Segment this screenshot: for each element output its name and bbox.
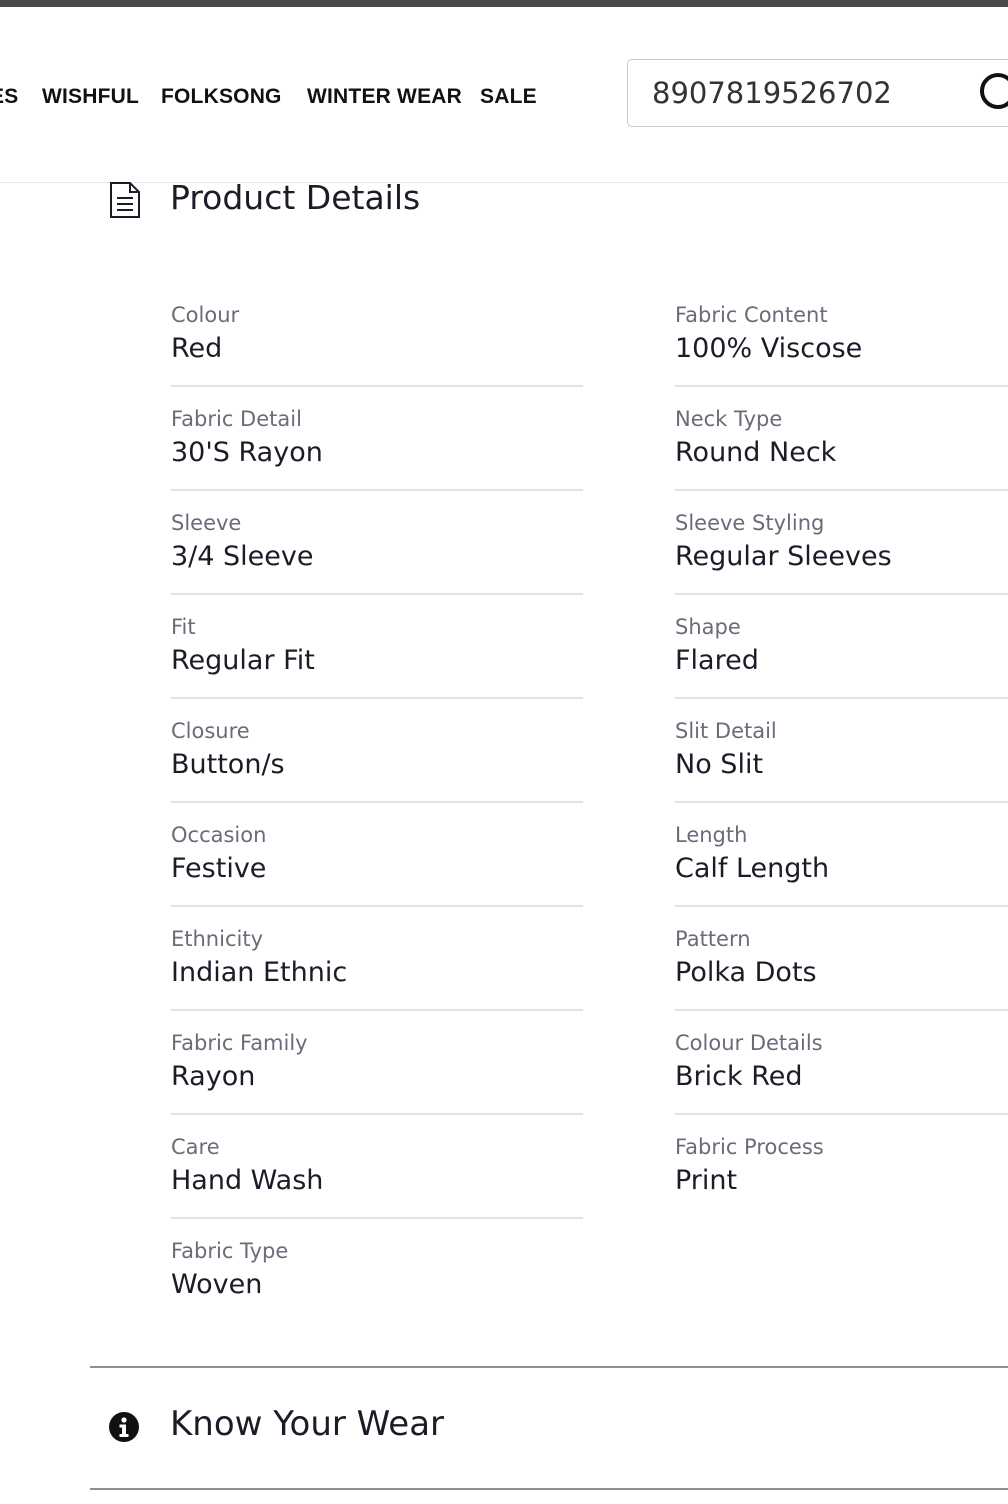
nav-item-folksong[interactable]: FOLKSONG [161,85,282,109]
nav-item-sale[interactable]: SALE [480,85,537,109]
detail-value: No Slit [675,749,764,780]
detail-value: 3/4 Sleeve [171,541,314,572]
detail-item-closure: Closure Button/s [171,718,583,783]
divider [675,489,1008,491]
detail-label: Fit [171,615,196,639]
detail-label: Neck Type [675,407,783,431]
detail-value: Round Neck [675,437,837,468]
detail-label: Sleeve Styling [675,511,825,535]
detail-label: Fabric Family [171,1031,308,1055]
detail-label: Care [171,1135,220,1159]
detail-label: Closure [171,719,250,743]
detail-label: Fabric Type [171,1239,289,1263]
nav-item-winter-wear[interactable]: WINTER WEAR [307,85,462,109]
divider [171,697,583,699]
divider [675,905,1008,907]
detail-label: Shape [675,615,741,639]
section-divider-bottom [90,1488,1008,1490]
detail-value: Brick Red [675,1061,803,1092]
detail-value: Button/s [171,749,285,780]
nav-item-es[interactable]: ES [0,85,18,109]
detail-value: Indian Ethnic [171,957,348,988]
detail-item-neck-type: Neck Type Round Neck [675,406,1008,471]
detail-item-fabric-type: Fabric Type Woven [171,1238,583,1303]
divider [675,801,1008,803]
detail-label: Slit Detail [675,719,777,743]
detail-item-care: Care Hand Wash [171,1134,583,1199]
product-details-title: Product Details [170,178,421,217]
know-your-wear-title: Know Your Wear [170,1404,445,1444]
divider [171,1217,583,1219]
detail-label: Fabric Content [675,303,828,327]
detail-label: Occasion [171,823,267,847]
divider [675,1009,1008,1011]
divider [171,593,583,595]
divider [171,905,583,907]
detail-label: Length [675,823,748,847]
detail-label: Colour [171,303,240,327]
detail-item-fabric-content: Fabric Content 100% Viscose [675,302,1008,367]
detail-item-ethnicity: Ethnicity Indian Ethnic [171,926,583,991]
detail-item-occasion: Occasion Festive [171,822,583,887]
info-icon [109,1412,139,1442]
detail-value: Rayon [171,1061,256,1092]
detail-label: Fabric Process [675,1135,824,1159]
product-details-header[interactable]: Product Details [108,178,420,222]
detail-value: Hand Wash [171,1165,324,1196]
detail-value: Regular Fit [171,645,315,676]
detail-label: Fabric Detail [171,407,302,431]
divider [675,593,1008,595]
document-icon [110,182,140,218]
search-icon[interactable] [980,73,1008,109]
divider [675,697,1008,699]
detail-item-fit: Fit Regular Fit [171,614,583,679]
divider [171,1113,583,1115]
detail-label: Colour Details [675,1031,823,1055]
detail-item-sleeve-styling: Sleeve Styling Regular Sleeves [675,510,1008,575]
detail-value: Woven [171,1269,263,1300]
divider [675,385,1008,387]
detail-value: Polka Dots [675,957,817,988]
detail-label: Sleeve [171,511,242,535]
detail-label: Pattern [675,927,751,951]
divider [171,1009,583,1011]
detail-label: Ethnicity [171,927,263,951]
detail-item-fabric-detail: Fabric Detail 30'S Rayon [171,406,583,471]
window-top-bar [0,0,1008,7]
detail-value: Festive [171,853,267,884]
search-box[interactable] [627,59,1008,127]
detail-value: Print [675,1165,738,1196]
divider [171,489,583,491]
section-divider [90,1366,1008,1368]
detail-item-pattern: Pattern Polka Dots [675,926,1008,991]
divider [171,801,583,803]
detail-value: 100% Viscose [675,333,863,364]
detail-value: Flared [675,645,759,676]
detail-value: Red [171,333,223,364]
detail-item-shape: Shape Flared [675,614,1008,679]
site-header: ES WISHFUL FOLKSONG WINTER WEAR SALE [0,7,1008,183]
detail-value: Regular Sleeves [675,541,892,572]
nav-item-wishful[interactable]: WISHFUL [42,85,139,109]
detail-value: 30'S Rayon [171,437,323,468]
divider [675,1113,1008,1115]
detail-value: Calf Length [675,853,830,884]
detail-item-fabric-process: Fabric Process Print [675,1134,1008,1199]
detail-item-sleeve: Sleeve 3/4 Sleeve [171,510,583,575]
detail-item-colour: Colour Red [171,302,583,367]
divider [171,385,583,387]
detail-item-length: Length Calf Length [675,822,1008,887]
detail-item-fabric-family: Fabric Family Rayon [171,1030,583,1095]
detail-item-colour-details: Colour Details Brick Red [675,1030,1008,1095]
detail-item-slit-detail: Slit Detail No Slit [675,718,1008,783]
search-input[interactable] [652,72,952,114]
